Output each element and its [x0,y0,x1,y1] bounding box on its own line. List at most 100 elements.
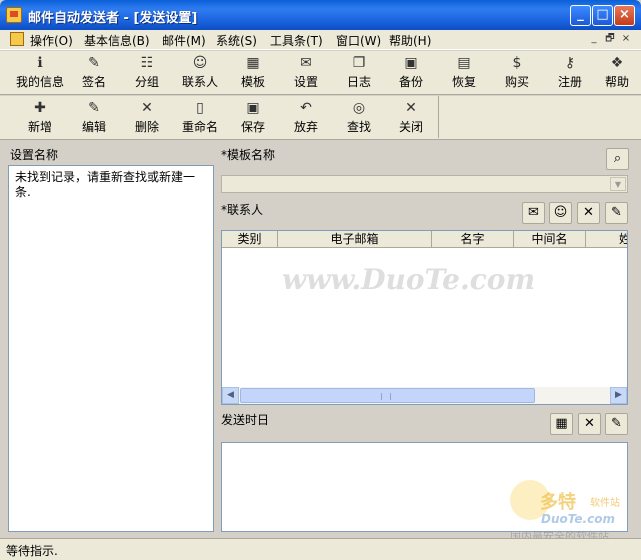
clear-dates-button[interactable]: ✎ [605,413,628,435]
column-header[interactable]: 姓 [586,231,627,248]
watermark-url: DuoTe.com [541,512,615,526]
eraser-icon: ✎ [611,205,622,220]
watermark-text: www.DuoTe.com [282,263,536,296]
column-header[interactable]: 类别 [222,231,278,248]
my-info-button[interactable]: ℹ 我的信息 [12,53,68,93]
close-button[interactable]: ✕ 关闭 [383,98,439,138]
mdi-restore-button[interactable]: 🗗 [603,33,617,46]
restore-icon: ▤ [457,55,471,71]
maximize-button[interactable]: □ [592,5,613,26]
browse-template-button[interactable]: ⌕ [606,148,629,170]
mdi-minimize-button[interactable]: _ [587,33,601,46]
save-button[interactable]: ▣ 保存 [225,98,281,138]
info-icon: ℹ [37,55,43,71]
save-icon: ▣ [246,100,260,116]
smiley-button[interactable]: ☺ [549,202,572,224]
calendar-icon: ▦ [555,416,568,431]
app-icon[interactable] [6,7,22,23]
close-icon: ✕ [584,416,595,431]
edit-toolbar: ✚ 新增 ✎ 编辑 ✕ 删除 ▯ 重命名 ▣ 保存 ↶ 放弃 ◎ 查找 ✕ 关闭 [0,96,641,140]
register-button[interactable]: ⚷ 注册 [542,53,598,93]
document-icon[interactable] [10,32,24,46]
settings-icon: ✉ [300,55,312,71]
restore-button[interactable]: ▤ 恢复 [436,53,492,93]
smiley-icon: ☺ [553,205,568,220]
watermark-logo-text: 多特 [540,492,576,513]
edit-icon: ✎ [88,100,100,116]
backup-button[interactable]: ▣ 备份 [383,53,439,93]
watermark-logo-sub: 软件站 [590,498,620,509]
help-button[interactable]: ❖ 帮助 [594,53,640,93]
help-book-icon: ❖ [610,55,624,71]
settings-button[interactable]: ✉ 设置 [278,53,334,93]
find-button[interactable]: ◎ 查找 [331,98,387,138]
clear-contacts-button[interactable]: ✎ [605,202,628,224]
remove-date-button[interactable]: ✕ [578,413,601,435]
log-icon: ❐ [352,55,366,71]
horizontal-scrollbar[interactable]: ◀ ▶ [222,387,627,404]
menu-basic-info[interactable]: 基本信息(B) [84,32,150,49]
chevron-down-icon[interactable]: ▼ [610,177,626,191]
setting-name-list[interactable]: 未找到记录，请重新查找或新建一条. [8,165,214,532]
template-name-select[interactable]: ▼ [221,175,628,193]
menu-mail[interactable]: 邮件(M) [162,32,206,49]
add-button[interactable]: ✚ 新增 [12,98,68,138]
group-button[interactable]: ☷ 分组 [119,53,175,93]
status-text: 等待指示. [6,544,58,558]
close-window-button[interactable]: × [614,5,635,26]
group-icon: ☷ [140,55,154,71]
buy-button[interactable]: $ 购买 [489,53,545,93]
search-icon: ⌕ [613,151,622,166]
rename-button[interactable]: ▯ 重命名 [172,98,228,138]
select-contacts-button[interactable]: ✉ [522,202,545,224]
add-icon: ✚ [34,100,46,116]
toolbar-divider [438,96,439,138]
template-icon: ▦ [246,55,260,71]
pen-icon: ✎ [88,55,100,71]
edit-button[interactable]: ✎ 编辑 [66,98,122,138]
delete-icon: ✕ [141,100,153,116]
status-bar: 等待指示. [0,538,641,560]
main-toolbar: ℹ 我的信息 ✎ 签名 ☷ 分组 ☺ 联系人 ▦ 模板 ✉ 设置 ❐ 日志 ▣ … [0,51,641,95]
window-title: 邮件自动发送者 - [发送设置] [28,11,198,26]
template-name-label: *模板名称 [221,148,276,162]
scroll-right-icon[interactable]: ▶ [610,387,627,404]
column-header[interactable]: 名字 [432,231,514,248]
scroll-left-icon[interactable]: ◀ [222,387,239,404]
menu-operation[interactable]: 操作(O) [30,32,73,49]
contacts-label: *联系人 [221,203,264,217]
setting-name-label: 设置名称 [10,148,59,162]
title-bar: 邮件自动发送者 - [发送设置] _ □ × [0,0,641,30]
binoculars-icon: ◎ [352,100,366,116]
menu-toolbar[interactable]: 工具条(T) [270,32,323,49]
empty-message: 未找到记录，请重新查找或新建一条. [15,170,196,199]
close-icon: ✕ [405,100,417,116]
menu-window[interactable]: 窗口(W) [336,32,381,49]
discard-button[interactable]: ↶ 放弃 [278,98,334,138]
menu-bar: 操作(O) 基本信息(B) 邮件(M) 系统(S) 工具条(T) 窗口(W) 帮… [0,30,641,50]
log-button[interactable]: ❐ 日志 [331,53,387,93]
mdi-close-button[interactable]: × [619,33,633,46]
send-date-label: 发送时日 [221,413,270,427]
rename-icon: ▯ [196,100,204,116]
backup-icon: ▣ [404,55,418,71]
add-date-button[interactable]: ▦ [550,413,573,435]
template-button[interactable]: ▦ 模板 [225,53,281,93]
buy-icon: $ [512,55,522,71]
delete-button[interactable]: ✕ 删除 [119,98,175,138]
column-header[interactable]: 中间名 [514,231,586,248]
signature-button[interactable]: ✎ 签名 [66,53,122,93]
remove-contact-button[interactable]: ✕ [577,202,600,224]
eraser-icon: ✎ [611,416,622,431]
close-icon: ✕ [583,205,594,220]
menu-system[interactable]: 系统(S) [216,32,257,49]
column-header[interactable]: 电子邮箱 [278,231,432,248]
key-icon: ⚷ [564,55,576,71]
contacts-button[interactable]: ☺ 联系人 [172,53,228,93]
grid-header: 类别 电子邮箱 名字 中间名 姓 [222,231,627,248]
mail-icon: ✉ [528,205,539,220]
menu-help[interactable]: 帮助(H) [389,32,431,49]
minimize-button[interactable]: _ [570,5,591,26]
scroll-thumb[interactable] [240,388,535,403]
contacts-grid[interactable]: 类别 电子邮箱 名字 中间名 姓 ◀ ▶ [221,230,628,405]
